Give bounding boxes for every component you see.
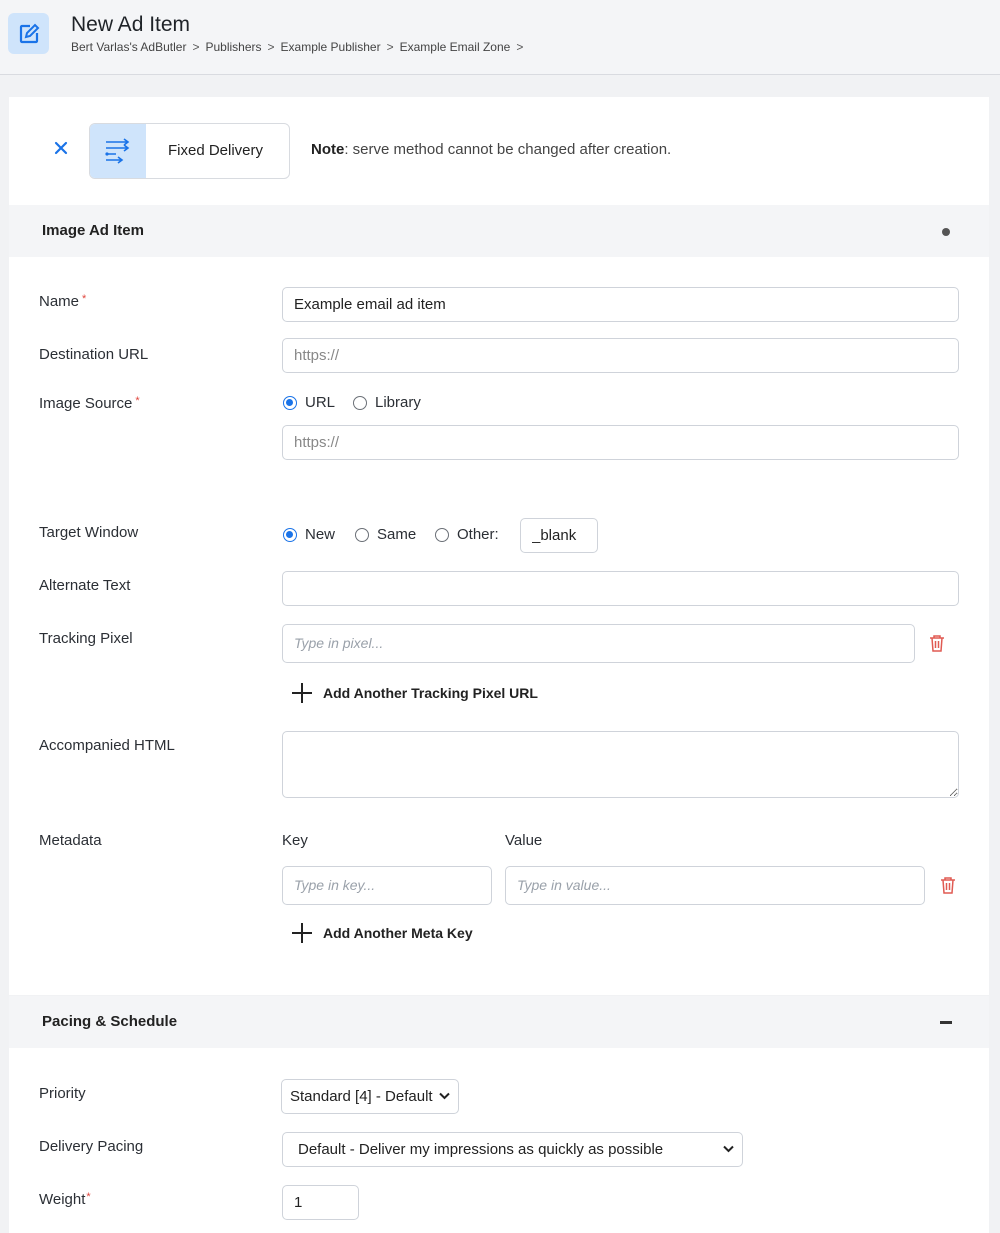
note-text: : serve method cannot be changed after c… [344, 141, 672, 158]
radio-unchecked-icon[interactable] [355, 527, 369, 542]
breadcrumb: Bert Varlas's AdButler > Publishers > Ex… [71, 40, 523, 54]
target-window-label: Target Window [39, 524, 139, 541]
chevron-down-icon [723, 1145, 734, 1153]
weight-label: Weight* [39, 1191, 91, 1208]
chevron-down-icon [439, 1092, 450, 1100]
breadcrumb-separator: > [516, 40, 524, 54]
breadcrumb-item[interactable]: Example Email Zone [400, 40, 511, 54]
delivery-arrows-icon [90, 124, 146, 178]
image-source-library-radio[interactable]: Library [353, 394, 421, 411]
name-label-text: Name [39, 293, 80, 310]
image-ad-form: Name* Destination URL Image Source* URL … [9, 257, 989, 995]
destination-url-label: Destination URL [39, 346, 149, 363]
plus-icon [292, 683, 312, 703]
alternate-text-input[interactable] [282, 571, 959, 606]
image-source-label: Image Source * [39, 395, 140, 412]
metadata-label: Metadata [39, 832, 102, 849]
target-other-radio[interactable]: Other: [435, 526, 499, 543]
section-title: Image Ad Item [42, 222, 144, 239]
tracking-pixel-input[interactable] [282, 624, 915, 663]
pacing-value: Default - Deliver my impressions as quic… [298, 1141, 664, 1158]
target-other-input[interactable] [520, 518, 598, 553]
alternate-text-label: Alternate Text [39, 577, 131, 594]
add-meta-key-button[interactable]: Add Another Meta Key [292, 923, 473, 943]
metadata-value-header: Value [505, 832, 543, 849]
target-same-radio[interactable]: Same [355, 526, 416, 543]
required-marker: * [86, 1191, 91, 1203]
priority-select[interactable]: Standard [4] - Default [281, 1079, 459, 1114]
page-title: New Ad Item [71, 13, 191, 36]
radio-checked-icon[interactable] [283, 395, 297, 410]
add-tracking-label: Add Another Tracking Pixel URL [323, 685, 538, 701]
required-marker: * [82, 293, 87, 305]
accompanied-html-textarea[interactable] [282, 731, 959, 798]
edit-icon [8, 13, 49, 54]
note-bold: Note [311, 141, 345, 158]
serve-method-label: Fixed Delivery [168, 142, 264, 159]
name-label: Name * [39, 293, 86, 310]
tracking-pixel-label: Tracking Pixel [39, 630, 133, 647]
metadata-key-input[interactable] [282, 866, 492, 905]
delivery-pacing-label: Delivery Pacing [39, 1138, 144, 1155]
accompanied-html-label: Accompanied HTML [39, 737, 175, 754]
radio-label: Other: [457, 526, 499, 543]
image-url-input[interactable] [282, 425, 959, 460]
radio-label: New [305, 526, 336, 543]
image-source-label-text: Image Source [39, 395, 133, 412]
add-meta-label: Add Another Meta Key [323, 925, 473, 941]
metadata-value-input[interactable] [505, 866, 925, 905]
radio-label: URL [305, 394, 336, 411]
weight-input[interactable] [282, 1185, 359, 1220]
radio-unchecked-icon[interactable] [353, 395, 367, 410]
metadata-key-header: Key [282, 832, 308, 849]
collapse-minus-icon[interactable] [940, 1021, 952, 1024]
image-section-header[interactable]: Image Ad Item [9, 205, 989, 257]
serve-method-panel: Fixed Delivery Note: serve method cannot… [9, 97, 989, 205]
breadcrumb-separator: > [192, 40, 200, 54]
target-new-radio[interactable]: New [283, 526, 335, 543]
serve-method-note: Note: serve method cannot be changed aft… [311, 141, 671, 158]
breadcrumb-item[interactable]: Publishers [205, 40, 261, 54]
schedule-section-header[interactable]: Pacing & Schedule [9, 996, 989, 1048]
trash-icon[interactable] [929, 634, 945, 652]
required-marker: * [135, 395, 140, 407]
breadcrumb-separator: > [267, 40, 275, 54]
page-header: New Ad Item Bert Varlas's AdButler > Pub… [0, 0, 1000, 75]
breadcrumb-item[interactable]: Example Publisher [281, 40, 381, 54]
radio-label: Same [377, 526, 417, 543]
section-title: Pacing & Schedule [42, 1013, 178, 1030]
plus-icon [292, 923, 312, 943]
destination-url-input[interactable] [282, 338, 959, 373]
add-tracking-pixel-button[interactable]: Add Another Tracking Pixel URL [292, 683, 538, 703]
radio-unchecked-icon[interactable] [435, 527, 449, 542]
delivery-pacing-select[interactable]: Default - Deliver my impressions as quic… [282, 1132, 743, 1167]
weight-label-text: Weight [39, 1191, 86, 1208]
serve-method-card: Fixed Delivery [89, 123, 290, 179]
name-input[interactable] [282, 287, 959, 322]
priority-value: Standard [4] - Default [290, 1088, 433, 1105]
radio-checked-icon[interactable] [283, 527, 297, 542]
collapse-dot-icon[interactable] [942, 228, 950, 236]
trash-icon[interactable] [940, 876, 956, 894]
close-icon[interactable] [52, 139, 70, 157]
breadcrumb-separator: > [386, 40, 394, 54]
breadcrumb-item[interactable]: Bert Varlas's AdButler [71, 40, 186, 54]
schedule-form: Priority Standard [4] - Default Delivery… [9, 1048, 989, 1233]
image-source-url-radio[interactable]: URL [283, 394, 335, 411]
priority-label: Priority [39, 1085, 86, 1102]
radio-label: Library [375, 394, 421, 411]
